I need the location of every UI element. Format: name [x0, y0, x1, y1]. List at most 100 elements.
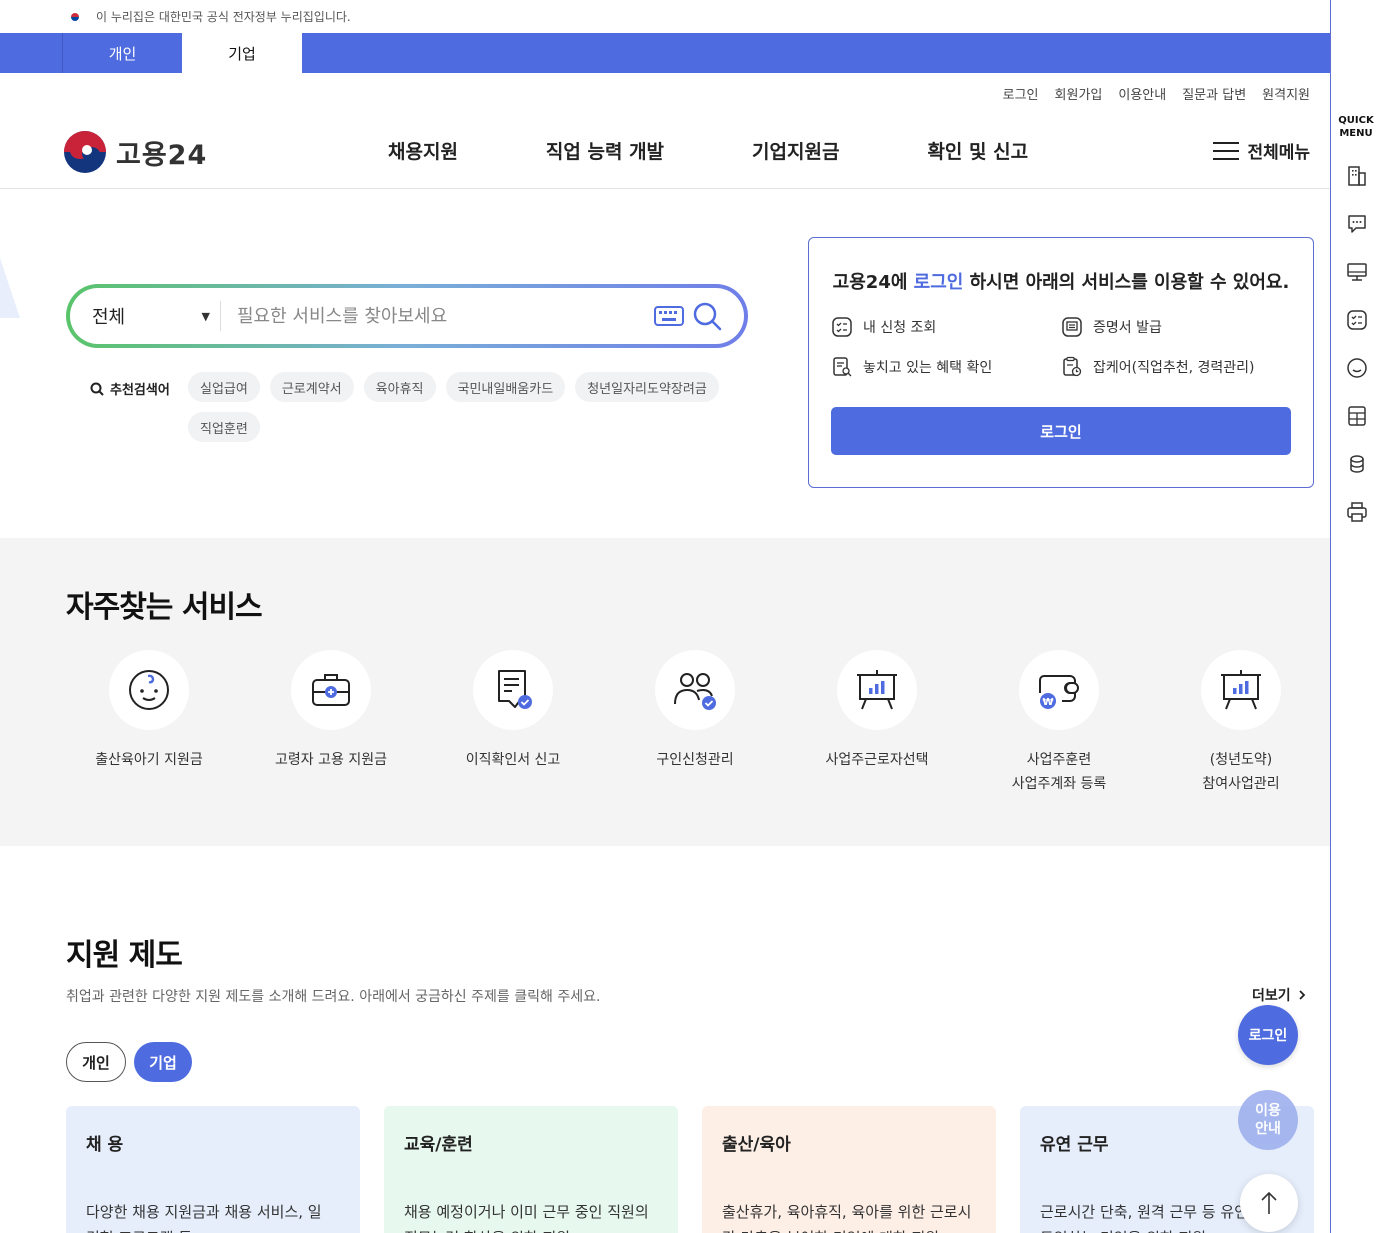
korea-flag-icon [66, 11, 84, 23]
keyword-chip[interactable]: 실업급여 [188, 372, 260, 402]
service-my-applications[interactable]: 내 신청 조회 [831, 316, 1061, 338]
checklist-icon[interactable] [1345, 308, 1369, 332]
tab-personal[interactable]: 개인 [62, 33, 182, 73]
freq-item-job-posting[interactable]: 구인신청관리 [604, 650, 786, 796]
service-jobcare[interactable]: 잡케어(직업추천, 경력관리) [1061, 356, 1291, 378]
service-certificate[interactable]: 증명서 발급 [1061, 316, 1291, 338]
search-input[interactable] [221, 305, 654, 327]
frequent-services-section: 자주찾는 서비스 출산육아기 지원금 고령자 고용 지원금 이직확인서 신고 구… [0, 538, 1330, 846]
keyword-chip[interactable]: 국민내일배움카드 [445, 372, 566, 402]
presentation-chart-icon [1201, 650, 1281, 730]
gov-banner: 이 누리집은 대한민국 공식 전자정부 누리집입니다. [0, 0, 1330, 33]
login-button[interactable]: 로그인 [831, 407, 1291, 455]
search-scope-select[interactable]: 전체 ▼ [70, 303, 220, 329]
freq-item-label: 사업주근로자선택 [825, 752, 929, 768]
freq-item-employer-select[interactable]: 사업주근로자선택 [786, 650, 968, 796]
search-scope-value: 전체 [92, 307, 126, 328]
support-card-recruit[interactable]: 채 용 다양한 채용 지원금과 채용 서비스, 일 경험 프로그램 등 [66, 1106, 360, 1233]
util-links: 로그인 회원가입 이용안내 질문과 답변 원격지원 [1003, 84, 1310, 103]
login-card-title: 고용24에 로그인 하시면 아래의 서비스를 이용할 수 있어요. [832, 272, 1290, 293]
card-text: 다양한 채용 지원금과 채용 서비스, 일 경험 프로그램 등 [86, 1203, 322, 1233]
decorative-shape [0, 258, 20, 318]
wallet-won-icon: ₩ [1019, 650, 1099, 730]
tab-company[interactable]: 기업 [182, 33, 302, 73]
support-toggle-personal[interactable]: 개인 [66, 1042, 126, 1082]
card-title: 교육/훈련 [404, 1135, 473, 1155]
keyword-chip[interactable]: 직업훈련 [188, 412, 260, 442]
more-link[interactable]: 더보기 [1252, 985, 1309, 1005]
util-qna-link[interactable]: 질문과 답변 [1182, 84, 1246, 103]
util-guide-link[interactable]: 이용안내 [1118, 84, 1166, 103]
all-menu-label: 전체메뉴 [1247, 143, 1310, 163]
login-card: 고용24에 로그인 하시면 아래의 서비스를 이용할 수 있어요. 내 신청 조… [808, 237, 1314, 488]
keyword-chip[interactable]: 육아휴직 [363, 372, 436, 402]
clipboard-clock-icon [1063, 356, 1082, 377]
gnb-item-report[interactable]: 확인 및 신고 [927, 137, 1028, 164]
freq-item-label: 고령자 고용 지원금 [275, 752, 387, 768]
freq-item-youth-program[interactable]: (청년도약) 참여사업관리 [1150, 650, 1330, 796]
all-menu-button[interactable]: 전체메뉴 [1213, 138, 1310, 163]
building-icon[interactable] [1345, 164, 1369, 188]
global-nav: 채용지원 직업 능력 개발 기업지원금 확인 및 신고 [388, 137, 1116, 164]
people-check-icon [655, 650, 735, 730]
gnb-item-subsidy[interactable]: 기업지원금 [752, 137, 839, 164]
card-text: 출산휴가, 육아휴직, 육아를 위한 근로시간 단축을 부여한 기업에 대한 지… [722, 1203, 972, 1233]
freq-item-label: 사업주훈련 사업주계좌 등록 [1011, 752, 1107, 792]
keyboard-icon[interactable] [654, 306, 684, 326]
search-bar: 전체 ▼ [66, 284, 748, 348]
floating-guide-button[interactable]: 이용 안내 [1238, 1090, 1298, 1150]
support-card-training[interactable]: 교육/훈련 채용 예정이거나 이미 근무 중인 직원의 직무능력 향상을 위한 … [384, 1106, 678, 1233]
keyword-chips: 실업급여 근로계약서 육아휴직 국민내일배움카드 청년일자리도약장려금 직업훈련 [188, 372, 728, 442]
main-page: 이 누리집은 대한민국 공식 전자정부 누리집입니다. 개인 기업 로그인 회원… [0, 0, 1330, 1233]
printer-icon[interactable] [1345, 500, 1369, 524]
document-search-icon [833, 357, 852, 377]
freq-item-childbirth[interactable]: 출산육아기 지원금 [58, 650, 240, 796]
service-missed-benefits[interactable]: 놓치고 있는 혜택 확인 [831, 356, 1061, 378]
gov-banner-text: 이 누리집은 대한민국 공식 전자정부 누리집입니다. [96, 10, 351, 24]
freq-item-elderly[interactable]: 고령자 고용 지원금 [240, 650, 422, 796]
freq-item-label: 출산육아기 지원금 [95, 752, 203, 768]
keyword-chip[interactable]: 청년일자리도약장려금 [575, 372, 719, 402]
smile-icon[interactable] [1345, 356, 1369, 380]
gnb-item-recruit[interactable]: 채용지원 [388, 137, 458, 164]
hamburger-icon [1213, 141, 1240, 160]
search-small-icon [90, 382, 104, 396]
monitor-icon[interactable] [1345, 260, 1369, 284]
document-check-icon [473, 650, 553, 730]
logo-text: 고용24 [116, 139, 208, 171]
svg-text:₩: ₩ [1042, 697, 1053, 708]
user-type-tabbar: 개인 기업 [0, 33, 1330, 73]
support-description: 취업과 관련한 다양한 지원 제도를 소개해 드려요. 아래에서 궁금하신 주제… [66, 989, 601, 1005]
medical-bag-icon [291, 650, 371, 730]
coins-icon[interactable] [1345, 452, 1369, 476]
card-text: 채용 예정이거나 이미 근무 중인 직원의 직무능력 향상을 위한 지원 [404, 1203, 649, 1233]
util-remote-link[interactable]: 원격지원 [1262, 84, 1310, 103]
freq-item-label: 구인신청관리 [656, 752, 734, 768]
header-divider [0, 188, 1330, 189]
util-login-link[interactable]: 로그인 [1003, 84, 1039, 103]
support-title: 지원 제도 [66, 938, 183, 973]
freq-item-label: 이직확인서 신고 [465, 752, 561, 768]
freq-item-account-register[interactable]: ₩ 사업주훈련 사업주계좌 등록 [968, 650, 1150, 796]
site-logo[interactable]: 고용24 [64, 131, 207, 173]
taegeuk-logo-icon [64, 131, 106, 173]
certificate-icon [1062, 317, 1082, 337]
caret-down-icon: ▼ [201, 309, 210, 323]
freq-item-separation-report[interactable]: 이직확인서 신고 [422, 650, 604, 796]
support-toggle-company[interactable]: 기업 [134, 1042, 192, 1082]
chevron-right-icon [1299, 990, 1305, 1000]
keyword-chip[interactable]: 근로계약서 [269, 372, 354, 402]
util-signup-link[interactable]: 회원가입 [1055, 84, 1103, 103]
scroll-top-button[interactable] [1240, 1174, 1298, 1232]
search-icon[interactable] [692, 301, 722, 331]
checklist-icon [832, 317, 852, 337]
gnb-item-training[interactable]: 직업 능력 개발 [546, 137, 664, 164]
reco-label: 추천검색어 [90, 379, 170, 398]
calculator-icon[interactable] [1345, 404, 1369, 428]
card-title: 출산/육아 [722, 1135, 791, 1155]
support-card-childcare[interactable]: 출산/육아 출산휴가, 육아휴직, 육아를 위한 근로시간 단축을 부여한 기업… [702, 1106, 996, 1233]
chat-bubble-icon[interactable] [1345, 212, 1369, 236]
quick-menu-title: QUICK MENU [1338, 115, 1374, 139]
floating-login-button[interactable]: 로그인 [1238, 1005, 1298, 1065]
card-title: 채 용 [86, 1135, 124, 1155]
